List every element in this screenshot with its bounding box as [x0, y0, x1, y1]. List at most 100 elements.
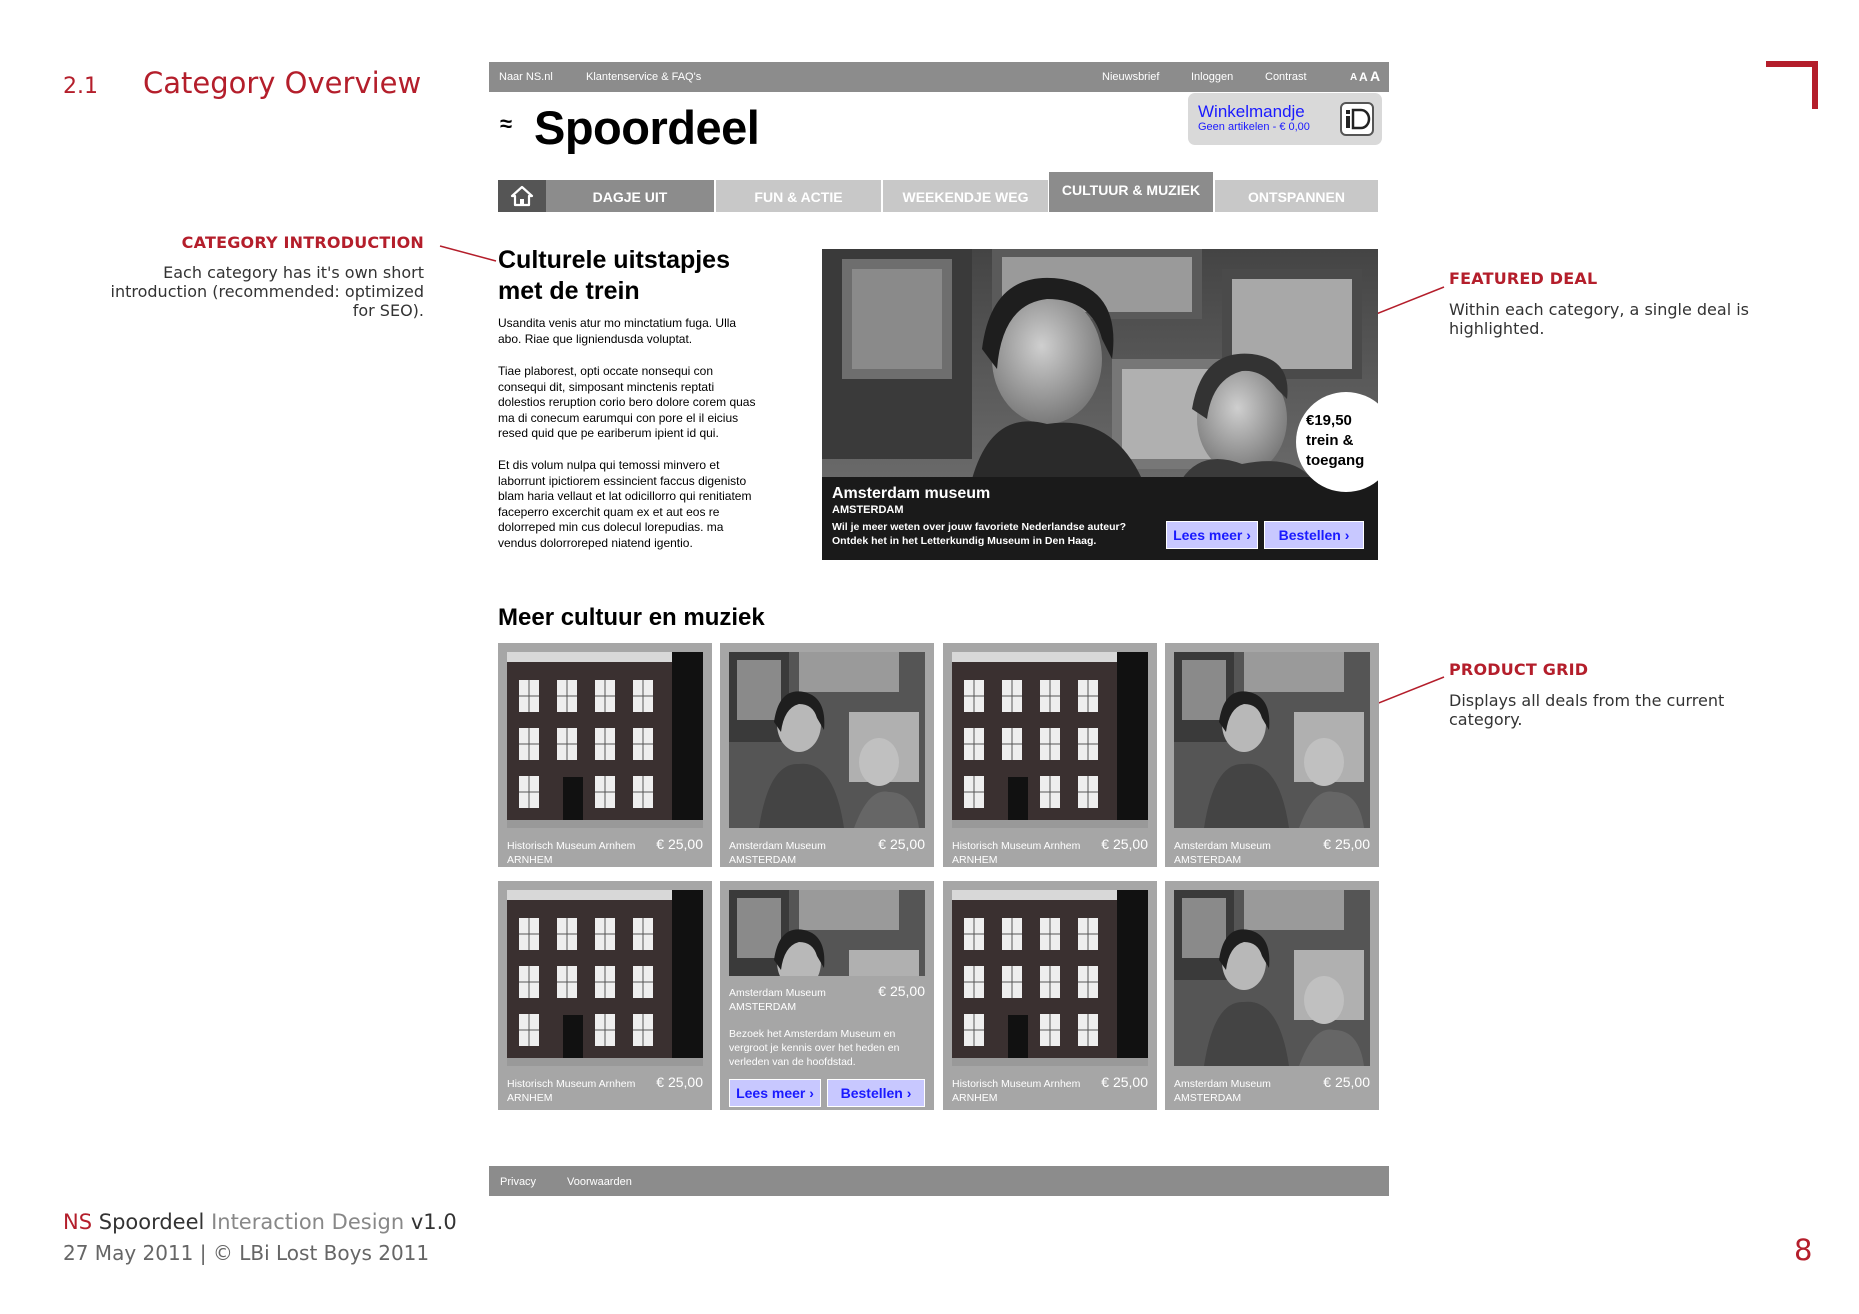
- tab-dagje-uit[interactable]: DAGJE UIT: [546, 180, 714, 212]
- product-card[interactable]: Amsterdam Museum € 25,00 AMSTERDAM: [720, 643, 934, 867]
- site-logo[interactable]: Spoordeel: [534, 100, 760, 155]
- ideal-icon: [1340, 102, 1374, 136]
- intro-line: resed quid que pe eariberum ipient id qu…: [498, 426, 719, 440]
- product-image: [952, 652, 1148, 828]
- intro-line: consequi dit, simposant minctenis reptat…: [498, 379, 715, 394]
- product-city: ARNHEM: [952, 1092, 998, 1104]
- product-card[interactable]: Amsterdam Museum € 25,00 AMSTERDAM Bezoek h…: [720, 881, 934, 1110]
- ns-logo-icon: ≈: [500, 111, 513, 136]
- product-card[interactable]: Amsterdam Museum € 25,00 AMSTERDAM: [1165, 881, 1379, 1110]
- product-price: € 25,00: [656, 1074, 703, 1090]
- product-price: € 25,00: [1101, 1074, 1148, 1090]
- category-heading: Culturele uitstapjes met de trein: [498, 245, 798, 307]
- intro-line: abo. Riae que ligniendusda voluptat.: [498, 331, 693, 346]
- product-name[interactable]: Amsterdam Museum: [1174, 840, 1271, 852]
- product-image: [952, 890, 1148, 1066]
- product-image: [1174, 890, 1370, 1066]
- product-city: ARNHEM: [507, 854, 553, 866]
- product-price: € 25,00: [656, 836, 703, 852]
- price-badge-line: €19,50: [1306, 412, 1352, 429]
- product-price: € 25,00: [878, 836, 925, 852]
- category-nav: DAGJE UIT FUN & ACTIE WEEKENDJE WEG CULT…: [498, 172, 1378, 212]
- product-card[interactable]: Historisch Museum Arnhem € 25,00 ARNHEM: [943, 643, 1157, 867]
- home-icon: [510, 185, 534, 207]
- link-nieuwsbrief[interactable]: Nieuwsbrief: [1102, 71, 1159, 83]
- font-size-large-button[interactable]: A: [1370, 68, 1380, 84]
- intro-line: Et dis volum nulpa qui temossi minvero e…: [498, 458, 720, 472]
- price-badge-line: toegang: [1306, 452, 1365, 469]
- doc-footer-date: 27 May 2011 | © LBi Lost Boys 2011: [63, 1241, 430, 1265]
- tab-weekendje-weg[interactable]: WEEKENDJE WEG: [883, 180, 1048, 212]
- product-city: ARNHEM: [507, 1092, 553, 1104]
- featured-deal[interactable]: Amsterdam museum AMSTERDAM Wil je meer w…: [822, 249, 1378, 560]
- shopping-cart[interactable]: Winkelmandje Geen artikelen - € 0,00: [1188, 93, 1382, 145]
- doc-footer-title: NS Spoordeel Interaction Design v1.0: [63, 1210, 457, 1234]
- featured-deal-title[interactable]: Amsterdam museum: [832, 485, 990, 503]
- link-contrast[interactable]: Contrast: [1265, 71, 1307, 83]
- tab-ontspannen[interactable]: ONTSPANNEN: [1215, 180, 1378, 212]
- featured-deal-caption: Amsterdam museum AMSTERDAM Wil je meer w…: [822, 477, 1378, 560]
- product-name[interactable]: Amsterdam Museum: [1174, 1078, 1271, 1090]
- link-naar-ns[interactable]: Naar NS.nl: [499, 71, 553, 83]
- category-heading-line: Culturele uitstapjes: [498, 246, 730, 274]
- footer-spoordeel: Spoordeel: [98, 1210, 205, 1234]
- cart-title[interactable]: Winkelmandje: [1198, 102, 1305, 122]
- nav-home[interactable]: [498, 180, 546, 212]
- cart-subtitle: Geen artikelen - € 0,00: [1198, 121, 1310, 133]
- product-image: [507, 890, 703, 1066]
- product-price: € 25,00: [878, 983, 925, 999]
- product-name[interactable]: Amsterdam Museum: [729, 987, 826, 999]
- featured-order-button[interactable]: Bestellen ›: [1264, 521, 1364, 549]
- product-city: AMSTERDAM: [729, 1001, 797, 1013]
- category-heading-line: met de trein: [498, 277, 640, 305]
- product-card[interactable]: Historisch Museum Arnhem € 25,00 ARNHEM: [498, 643, 712, 867]
- product-name[interactable]: Historisch Museum Arnhem: [507, 1078, 635, 1090]
- font-size-small-button[interactable]: A: [1350, 72, 1357, 83]
- product-name[interactable]: Historisch Museum Arnhem: [952, 840, 1080, 852]
- tab-fun-actie[interactable]: FUN & ACTIE: [716, 180, 881, 212]
- site-topbar: Naar NS.nl Klantenservice & FAQ's Nieuws…: [489, 62, 1389, 92]
- intro-line: ma di conecum earumqui con pore el il ei…: [498, 410, 739, 425]
- product-name[interactable]: Historisch Museum Arnhem: [507, 840, 635, 852]
- featured-more-button[interactable]: Lees meer ›: [1166, 521, 1258, 549]
- page-number: 8: [1794, 1233, 1813, 1267]
- product-name[interactable]: Amsterdam Museum: [729, 840, 826, 852]
- product-image: [729, 652, 925, 828]
- product-order-button[interactable]: Bestellen ›: [827, 1079, 925, 1107]
- intro-line: Tiae plaborest, opti occate nonsequi con: [498, 364, 714, 378]
- footer-interaction-design: Interaction Design: [211, 1210, 405, 1234]
- product-image: [507, 652, 703, 828]
- footer-version: v1.0: [410, 1210, 457, 1234]
- product-card[interactable]: Historisch Museum Arnhem € 25,00 ARNHEM: [498, 881, 712, 1110]
- featured-deal-description: Wil je meer weten over jouw favoriete Ne…: [832, 520, 1162, 548]
- tab-cultuur-muziek[interactable]: CULTUUR & MUZIEK: [1049, 172, 1213, 212]
- site-footer: Privacy Voorwaarden: [489, 1166, 1389, 1196]
- link-inloggen[interactable]: Inloggen: [1191, 71, 1233, 83]
- intro-paragraph-3: Et dis volum nulpa qui temossi minvero e…: [498, 458, 788, 551]
- product-name[interactable]: Historisch Museum Arnhem: [952, 1078, 1080, 1090]
- product-city: ARNHEM: [952, 854, 998, 866]
- intro-line: dolestios reruption corio bero dolore co…: [498, 395, 756, 409]
- leader-line-intro: [439, 245, 497, 262]
- font-size-medium-button[interactable]: A: [1359, 70, 1368, 84]
- product-description: Bezoek het Amsterdam Museum en vergroot j…: [729, 1027, 919, 1069]
- product-desc-line: verleden van de hoofdstad.: [729, 1056, 856, 1068]
- intro-line: dolorreped min cus dolecul lorepudias. m…: [498, 520, 724, 534]
- product-card[interactable]: Historisch Museum Arnhem € 25,00 ARNHEM: [943, 881, 1157, 1110]
- featured-desc-line: Ontdek het in het Letterkundig Museum in…: [832, 535, 1097, 547]
- intro-line: blam haria vellaut et lat odicillorro qu…: [498, 489, 752, 503]
- product-more-button[interactable]: Lees meer ›: [729, 1079, 821, 1107]
- intro-paragraph-2: Tiae plaborest, opti occate nonsequi con…: [498, 364, 788, 442]
- intro-line: laborrunt ipictiorem essincient faccus d…: [498, 473, 747, 488]
- link-klantenservice[interactable]: Klantenservice & FAQ's: [586, 71, 701, 83]
- product-desc-line: Bezoek het Amsterdam Museum en: [729, 1028, 896, 1040]
- product-grid-heading: Meer cultuur en muziek: [498, 604, 765, 631]
- featured-deal-city: AMSTERDAM: [832, 504, 904, 516]
- product-card[interactable]: Amsterdam Museum € 25,00 AMSTERDAM: [1165, 643, 1379, 867]
- product-price: € 25,00: [1101, 836, 1148, 852]
- link-privacy[interactable]: Privacy: [500, 1176, 536, 1188]
- link-voorwaarden[interactable]: Voorwaarden: [567, 1176, 632, 1188]
- intro-line: faceperro excerchit quam ex et aut eos r…: [498, 504, 720, 519]
- intro-line: vendus dolorroreped niatend igentio.: [498, 535, 693, 550]
- product-price: € 25,00: [1323, 1074, 1370, 1090]
